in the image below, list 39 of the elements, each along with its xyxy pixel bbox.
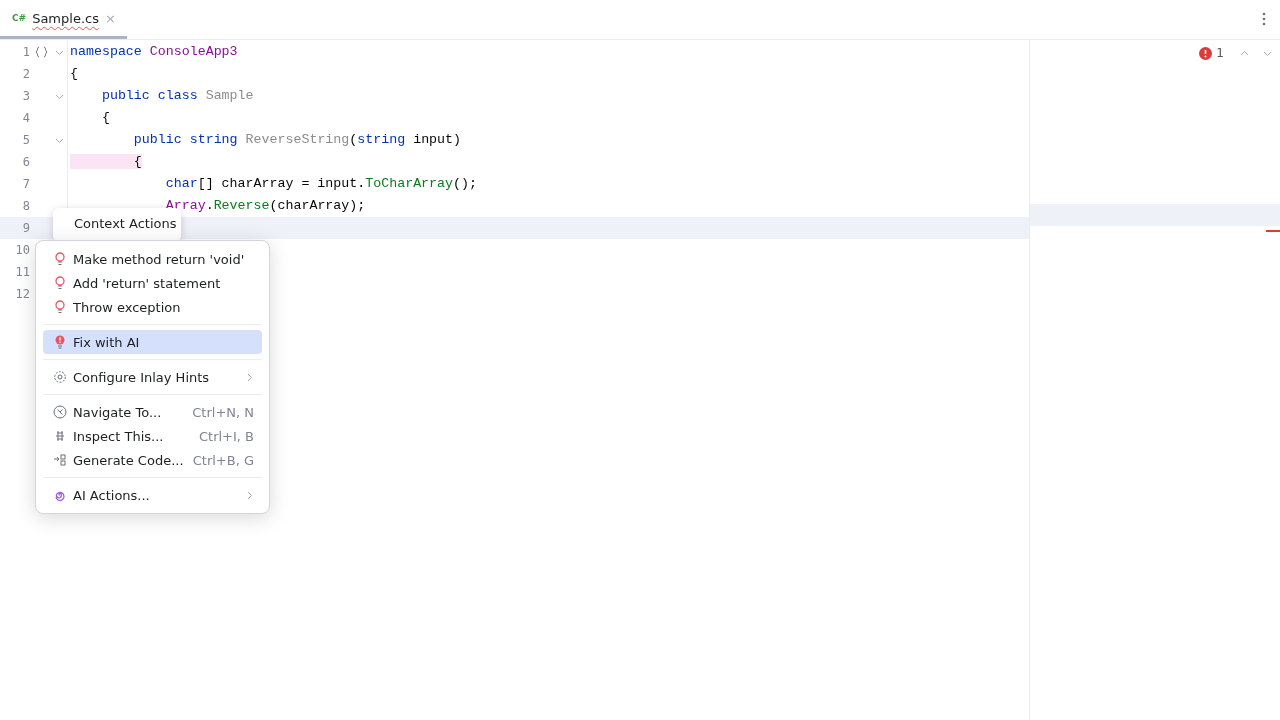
lightbulb-icon [53, 276, 67, 290]
tab-title: Sample.cs [32, 10, 99, 26]
menu-item[interactable]: Add 'return' statement [43, 271, 262, 295]
line-number: 2 [21, 67, 30, 81]
code-line: { [67, 151, 142, 173]
line-number: 5 [21, 133, 30, 147]
line-number: 11 [14, 265, 30, 279]
menu-item[interactable]: Fix with AI [43, 330, 262, 354]
line-number: 8 [21, 199, 30, 213]
menu-item[interactable]: Navigate To... Ctrl+N, N [43, 400, 262, 424]
menu-item[interactable]: Generate Code... Ctrl+B, G [43, 448, 262, 472]
error-marker [1266, 230, 1280, 232]
line-number: 4 [21, 111, 30, 125]
menu-item[interactable]: Make method return 'void' [43, 247, 262, 271]
previous-icon [1240, 48, 1249, 58]
menu-item[interactable]: AI Actions... [43, 483, 262, 507]
line-number: 7 [21, 177, 30, 191]
inspect-icon [53, 429, 67, 443]
lightbulb-icon [53, 252, 67, 266]
error-icon[interactable] [1199, 46, 1213, 60]
line-number: 9 [21, 221, 30, 235]
line-number: 6 [21, 155, 30, 169]
menu-item[interactable]: Inspect This... Ctrl+I, B [43, 424, 262, 448]
lightbulb-icon [53, 300, 67, 314]
menu-item[interactable]: Throw exception [43, 295, 262, 319]
line-number: 3 [21, 89, 30, 103]
line-number: 1 [21, 45, 30, 59]
menu-item[interactable]: Configure Inlay Hints [43, 365, 262, 389]
line-number: 10 [14, 243, 30, 257]
braces-icon [34, 46, 48, 58]
generate-icon [53, 453, 67, 467]
context-actions-tooltip: Context Actions [53, 208, 181, 242]
csharp-label: C# [12, 13, 27, 23]
compass-icon [53, 405, 67, 419]
error-count: 1 [1216, 46, 1224, 60]
exclamation-bulb-icon [53, 335, 67, 349]
more-icon[interactable] [1262, 12, 1266, 26]
line-number: 12 [14, 287, 30, 301]
gear-icon [53, 370, 67, 384]
